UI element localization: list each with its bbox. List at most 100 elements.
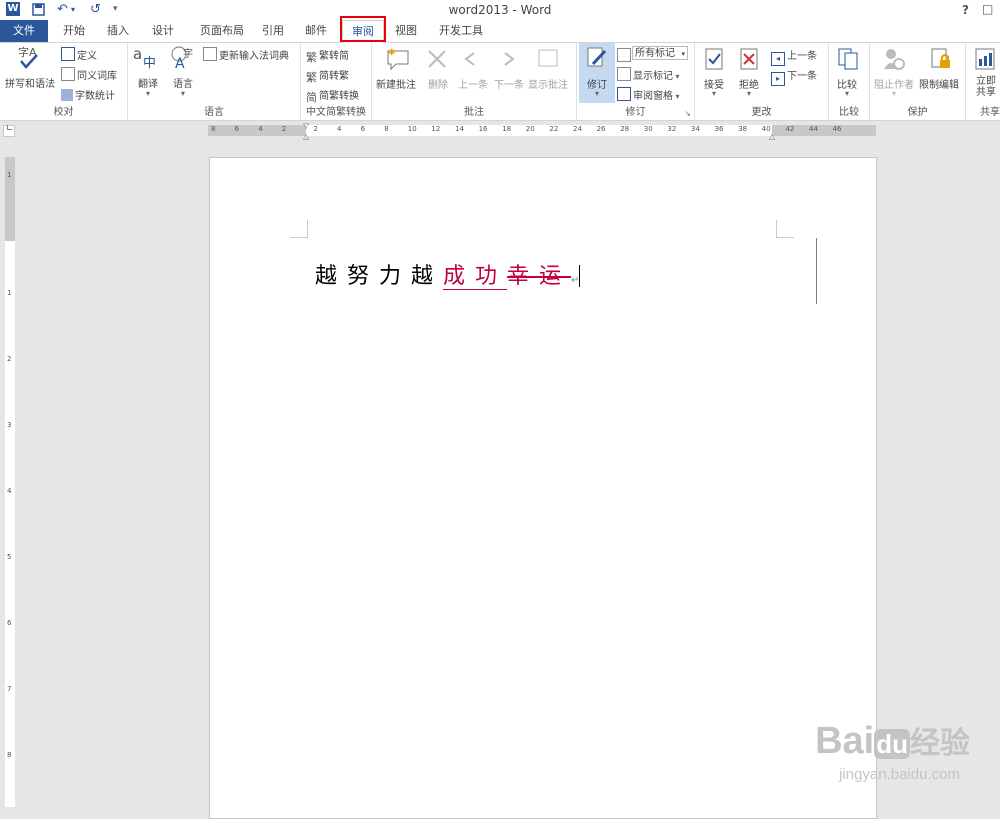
convert-icon: 简 — [306, 91, 317, 104]
prev-comment-button[interactable]: 上一条 — [458, 76, 488, 91]
watermark-jingyan: 经验 — [910, 727, 970, 760]
t2s-button[interactable]: 繁繁转简 — [306, 47, 349, 64]
group-label-compare: 比较 — [839, 107, 859, 118]
accept-dropdown-icon[interactable]: ▾ — [712, 89, 716, 98]
tab-insert[interactable]: 插入 — [100, 20, 136, 42]
show-markup-button[interactable]: 显示标记 ▾ — [617, 67, 680, 82]
group-tracking: 修订 ▾ 所有标记 ▾ 显示标记 ▾ 审阅窗格 ▾ 修订 ↘ — [577, 43, 695, 120]
group-changes: 接受 ▾ 拒绝 ▾ ◂ 上一条 ▸ 下一条 更改 — [695, 43, 829, 120]
group-chinese-conversion: 繁繁转简 繁简转繁 简简繁转换 中文简繁转换 — [301, 43, 372, 120]
markup-select[interactable]: 所有标记 ▾ — [632, 46, 688, 60]
crop-mark-top-left — [290, 220, 308, 238]
language-dropdown-icon[interactable]: ▾ — [181, 89, 185, 98]
ime-icon — [203, 47, 217, 61]
paragraph-mark-icon: ↵ — [571, 275, 580, 286]
spelling-grammar-button[interactable]: 拼写和语法 — [5, 75, 55, 90]
ruler-tick-label: 44 — [809, 125, 818, 133]
word-count-label: 字数统计 — [75, 91, 115, 102]
ruler-tick-label: 2 — [281, 125, 287, 133]
vertical-ruler-tick-label: 8 — [7, 751, 12, 759]
vertical-ruler[interactable]: 1 1 2 3 4 5 6 7 8 — [5, 157, 15, 807]
compare-icon — [838, 48, 858, 70]
restrict-editing-icon — [931, 48, 950, 68]
show-comments-button[interactable]: 显示批注 — [528, 76, 568, 91]
ruler-tick-label: 14 — [455, 125, 464, 133]
markup-select-arrow-icon: ▾ — [681, 50, 685, 58]
tab-mailings[interactable]: 邮件 — [298, 20, 334, 42]
tab-design[interactable]: 设计 — [145, 20, 181, 42]
ribbon-display-icon[interactable]: □ — [982, 2, 993, 16]
next-change-button[interactable]: ▸ 下一条 — [771, 67, 817, 86]
text-inserted: 成功 — [443, 264, 508, 290]
convert-button[interactable]: 简简繁转换 — [306, 87, 359, 104]
language-button[interactable]: 语言 — [173, 75, 193, 90]
ribbon: 字A 拼写和语法 定义 同义词库 字数统计 校对 a中 翻译 ▾ A字 语言 ▾… — [0, 43, 1000, 121]
thesaurus-button[interactable]: 同义词库 — [61, 67, 117, 82]
tab-developer[interactable]: 开发工具 — [432, 20, 490, 42]
group-label-share: 共享 — [980, 107, 1000, 118]
block-authors-dropdown-icon[interactable]: ▾ — [892, 89, 896, 98]
horizontal-ruler[interactable]: 8 6 4 2 2 4 6 8 10 12 14 16 18 20 22 24 26 28 30 32 34 36 38 40… — [208, 121, 876, 141]
tracking-launcher-icon[interactable]: ↘ — [684, 109, 691, 118]
word-count-button[interactable]: 字数统计 — [61, 87, 115, 102]
review-pane-icon — [617, 87, 631, 101]
document-text[interactable]: 越努力越成功幸运↵ — [315, 258, 581, 290]
ruler-tick-label: 22 — [549, 125, 559, 133]
svg-text:a: a — [133, 45, 142, 63]
next-change-label: 下一条 — [787, 71, 817, 82]
vertical-ruler-tick-label: 4 — [7, 487, 12, 495]
update-ime-button[interactable]: 更新输入法词典 — [203, 47, 289, 62]
group-share: 立即共享 共享 — [966, 43, 1000, 120]
spelling-icon: 字A — [18, 45, 38, 69]
share-now-button[interactable]: 立即共享 — [976, 76, 1000, 98]
ribbon-tabs: 文件 开始 插入 设计 页面布局 引用 邮件 审阅 视图 开发工具 — [0, 20, 1000, 44]
ruler-tick-label: 10 — [407, 125, 417, 133]
reject-dropdown-icon[interactable]: ▾ — [747, 89, 751, 98]
word-count-icon — [61, 89, 73, 101]
track-changes-icon — [587, 47, 607, 67]
highlight-box — [340, 16, 386, 42]
prev-comment-icon — [464, 52, 475, 66]
show-markup-label: 显示标记 — [633, 71, 673, 82]
share-now-icon — [975, 48, 995, 70]
first-line-indent-handle[interactable]: ▽ — [303, 121, 309, 130]
ruler-tick-label: 28 — [620, 125, 630, 133]
define-button[interactable]: 定义 — [61, 47, 97, 62]
vertical-ruler-tick-label: 7 — [7, 685, 12, 693]
right-indent-handle[interactable]: △ — [769, 132, 775, 141]
ruler-tick-label: 24 — [573, 125, 582, 133]
tab-references[interactable]: 引用 — [255, 20, 291, 42]
next-comment-button[interactable]: 下一条 — [494, 76, 524, 91]
markup-select-value: 所有标记 — [635, 48, 675, 59]
t2s-icon: 繁 — [306, 51, 317, 64]
help-icon[interactable]: ? — [962, 3, 969, 17]
ruler-tick-label: 26 — [596, 125, 606, 133]
restrict-editing-button[interactable]: 限制编辑 — [919, 76, 959, 91]
s2t-button[interactable]: 繁简转繁 — [306, 67, 349, 84]
ruler-top-margin — [5, 157, 15, 241]
document-page[interactable] — [209, 157, 877, 819]
text-plain: 越努力越 — [315, 264, 444, 289]
translate-button[interactable]: 翻译 — [138, 75, 158, 90]
reject-icon — [740, 48, 758, 70]
show-markup-icon — [617, 67, 631, 81]
track-dropdown-icon[interactable]: ▾ — [595, 89, 599, 98]
tab-file[interactable]: 文件 — [0, 20, 48, 42]
review-pane-button[interactable]: 审阅窗格 ▾ — [617, 87, 680, 102]
group-label-protect: 保护 — [907, 107, 928, 118]
translate-dropdown-icon[interactable]: ▾ — [146, 89, 150, 98]
hanging-indent-handle[interactable]: △ — [303, 132, 309, 141]
new-comment-button[interactable]: 新建批注 — [376, 76, 416, 91]
compare-dropdown-icon[interactable]: ▾ — [845, 89, 849, 98]
prev-change-button[interactable]: ◂ 上一条 — [771, 47, 817, 66]
prev-change-icon: ◂ — [771, 52, 785, 66]
delete-comment-button[interactable]: 删除 — [428, 76, 448, 91]
tab-selector[interactable]: ∟ — [3, 124, 15, 137]
vertical-ruler-tick-label: 2 — [7, 355, 12, 363]
tab-view[interactable]: 视图 — [388, 20, 424, 42]
tab-page-layout[interactable]: 页面布局 — [192, 20, 252, 42]
review-pane-label: 审阅窗格 — [633, 91, 673, 102]
tab-home[interactable]: 开始 — [56, 20, 92, 42]
svg-text:✱: ✱ — [388, 48, 396, 58]
window-title: word2013 - Word — [448, 3, 552, 17]
